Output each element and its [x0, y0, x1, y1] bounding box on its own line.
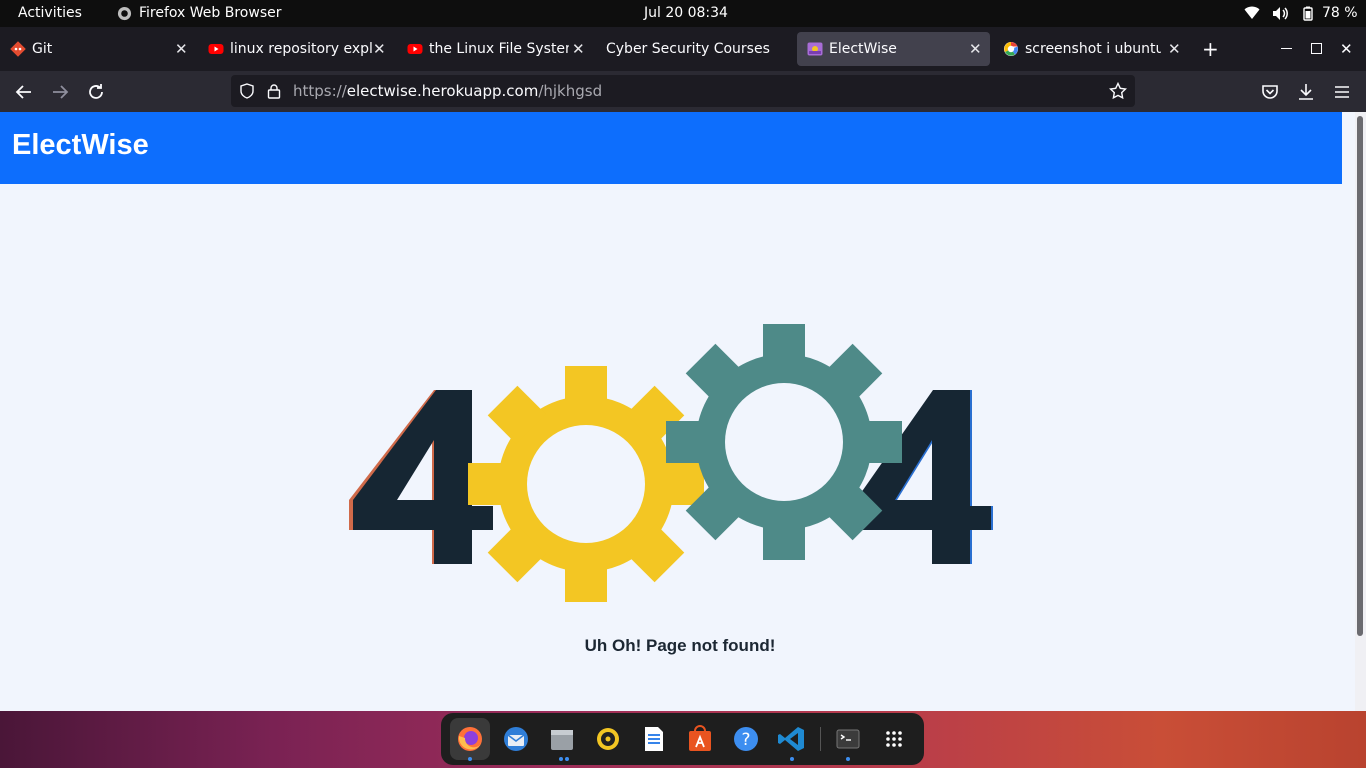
tab-label: ElectWise — [829, 41, 897, 57]
tab-electwise[interactable]: ElectWise ✕ — [797, 32, 990, 66]
close-tab-icon[interactable]: ✕ — [175, 32, 188, 66]
error-404-illustration — [349, 324, 993, 602]
app-menu[interactable]: Firefox Web Browser — [117, 0, 282, 27]
battery-icon[interactable] — [1303, 6, 1313, 24]
app-name: Firefox Web Browser — [139, 5, 282, 21]
new-tab-button[interactable]: + — [1202, 37, 1219, 61]
close-window-button[interactable]: ✕ — [1340, 37, 1353, 61]
tab-label: screenshot i ubuntu - — [1025, 41, 1161, 57]
tab-git[interactable]: Git ✕ — [0, 32, 196, 66]
site-icon — [807, 42, 823, 56]
lock-icon[interactable] — [267, 83, 281, 99]
google-icon — [1004, 42, 1018, 56]
activities-button[interactable]: Activities — [18, 0, 82, 27]
maximize-window-button[interactable] — [1311, 43, 1322, 54]
url-text[interactable]: https://electwise.herokuapp.com/hjkhgsd — [293, 75, 602, 107]
close-tab-icon[interactable]: ✕ — [373, 32, 386, 66]
running-indicator — [559, 757, 563, 761]
battery-percent: 78 % — [1322, 5, 1358, 21]
volume-icon[interactable] — [1272, 6, 1289, 24]
pocket-icon[interactable] — [1257, 79, 1283, 105]
minimize-window-button[interactable] — [1281, 48, 1292, 49]
site-navbar: ElectWise — [0, 112, 1342, 184]
tab-screenshot-ubuntu[interactable]: screenshot i ubuntu - ✕ — [993, 32, 1189, 66]
tab-cyber-security[interactable]: Cyber Security Courses : — [596, 32, 792, 66]
clock[interactable]: Jul 20 08:34 — [644, 0, 728, 27]
software-icon[interactable] — [683, 722, 717, 756]
tab-linux-file-system[interactable]: the Linux File System ✕ — [397, 32, 593, 66]
tab-label: the Linux File System — [429, 41, 569, 57]
close-tab-icon[interactable]: ✕ — [1168, 32, 1181, 66]
brand-link[interactable]: ElectWise — [12, 112, 149, 178]
url-host: electwise.herokuapp.com — [346, 82, 539, 100]
running-indicator — [846, 757, 850, 761]
url-path: /hjkhgsd — [538, 82, 603, 100]
tab-linux-repository[interactable]: linux repository expla ✕ — [198, 32, 394, 66]
system-top-bar: Activities Firefox Web Browser Jul 20 08… — [0, 0, 1366, 27]
git-icon — [10, 41, 26, 57]
tab-label: Git — [32, 41, 53, 57]
back-arrow-icon[interactable] — [11, 79, 37, 105]
close-tab-icon[interactable]: ✕ — [969, 32, 982, 66]
not-found-message: Uh Oh! Page not found! — [584, 636, 776, 655]
page-content: ElectWise Uh Oh! Page not found! — [0, 112, 1355, 711]
vscode-icon[interactable] — [775, 722, 809, 756]
forward-arrow-icon[interactable] — [47, 79, 73, 105]
tracking-shield-icon[interactable] — [239, 83, 255, 99]
teal-gear — [666, 324, 902, 560]
reload-icon[interactable] — [83, 79, 109, 105]
running-indicator — [565, 757, 569, 761]
scrollbar-thumb[interactable] — [1357, 116, 1363, 636]
yellow-gear — [468, 366, 704, 602]
firefox-small-icon — [117, 6, 132, 21]
terminal-icon[interactable] — [831, 722, 865, 756]
tab-label: linux repository expla — [230, 41, 372, 57]
tab-label: Cyber Security Courses : — [606, 41, 772, 57]
running-indicator — [468, 757, 472, 761]
app-grid-icon[interactable] — [877, 722, 911, 756]
url-bar[interactable]: https://electwise.herokuapp.com/hjkhgsd — [231, 75, 1135, 107]
tab-strip: Git ✕ linux repository expla ✕ the Linux… — [0, 27, 1366, 71]
rhythmbox-icon[interactable] — [591, 722, 625, 756]
svg-text:?: ? — [741, 730, 750, 750]
help-icon[interactable]: ? — [729, 722, 763, 756]
dock-separator — [820, 727, 821, 751]
wifi-icon[interactable] — [1244, 6, 1260, 23]
dock: ? — [441, 713, 924, 765]
close-tab-icon[interactable]: ✕ — [572, 32, 585, 66]
nav-toolbar: https://electwise.herokuapp.com/hjkhgsd — [0, 71, 1366, 112]
hamburger-menu-icon[interactable] — [1329, 79, 1355, 105]
running-indicator — [790, 757, 794, 761]
downloads-icon[interactable] — [1293, 79, 1319, 105]
files-icon[interactable] — [545, 722, 579, 756]
thunderbird-icon[interactable] — [499, 722, 533, 756]
youtube-icon — [208, 44, 224, 54]
firefox-icon[interactable] — [453, 722, 487, 756]
youtube-icon — [407, 44, 423, 54]
bookmark-star-icon[interactable] — [1109, 82, 1127, 100]
url-scheme: https:// — [293, 82, 347, 100]
writer-icon[interactable] — [637, 722, 671, 756]
